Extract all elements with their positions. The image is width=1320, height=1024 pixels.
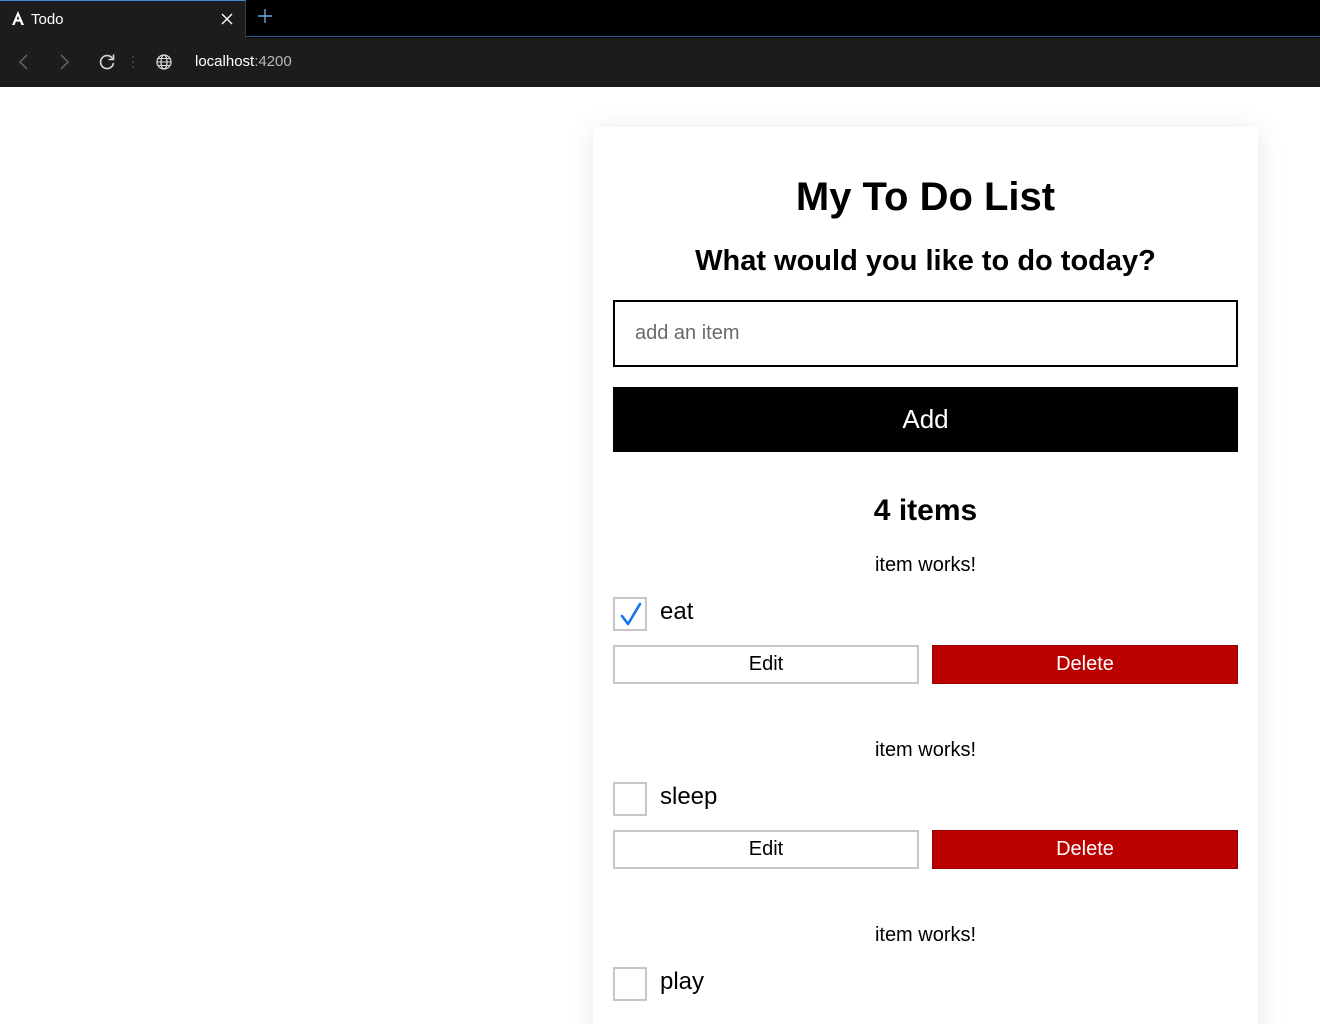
browser-toolbar: localhost:4200: [0, 38, 1320, 87]
todo-card: My To Do List What would you like to do …: [593, 127, 1258, 1024]
browser-tab-bar: Todo: [0, 0, 1320, 38]
delete-button[interactable]: Delete: [932, 830, 1238, 869]
delete-button[interactable]: Delete: [932, 645, 1238, 684]
forward-icon[interactable]: [54, 52, 74, 72]
globe-icon[interactable]: [155, 53, 173, 71]
add-button[interactable]: Add: [613, 387, 1238, 452]
browser-tab[interactable]: Todo: [0, 0, 246, 38]
item-caption: item works!: [874, 924, 977, 946]
url-port: :4200: [254, 53, 292, 70]
item-count: 4 items: [873, 494, 978, 527]
page-subtitle: What would you like to do today?: [695, 245, 1156, 277]
address-bar[interactable]: localhost:4200: [195, 53, 292, 70]
item-label: eat: [660, 598, 694, 625]
item-label: sleep: [660, 783, 718, 810]
item-caption: item works!: [874, 739, 977, 761]
add-item-input[interactable]: [613, 300, 1238, 367]
item-checkbox[interactable]: [613, 967, 647, 1001]
angular-logo-icon: [12, 11, 24, 25]
page-title: My To Do List: [795, 175, 1056, 219]
separator-dots-icon: [132, 56, 134, 68]
checkmark-icon: [620, 602, 642, 626]
reload-icon[interactable]: [97, 52, 117, 72]
todo-item-eat: item works! eat Edit Delete: [613, 554, 1238, 714]
back-icon[interactable]: [14, 52, 34, 72]
todo-item-sleep: item works! sleep Edit Delete: [613, 739, 1238, 899]
edit-button[interactable]: Edit: [613, 645, 919, 684]
item-checkbox[interactable]: [613, 597, 647, 631]
item-caption: item works!: [874, 554, 977, 576]
item-label: play: [660, 968, 705, 995]
item-checkbox[interactable]: [613, 782, 647, 816]
edit-button[interactable]: Edit: [613, 830, 919, 869]
tab-bar-divider: [246, 36, 1320, 37]
url-host: localhost: [195, 53, 255, 70]
tab-title: Todo: [31, 11, 64, 28]
todo-item-play: item works! play: [613, 924, 1238, 1024]
close-tab-icon[interactable]: [219, 11, 235, 27]
new-tab-icon[interactable]: [256, 7, 274, 25]
